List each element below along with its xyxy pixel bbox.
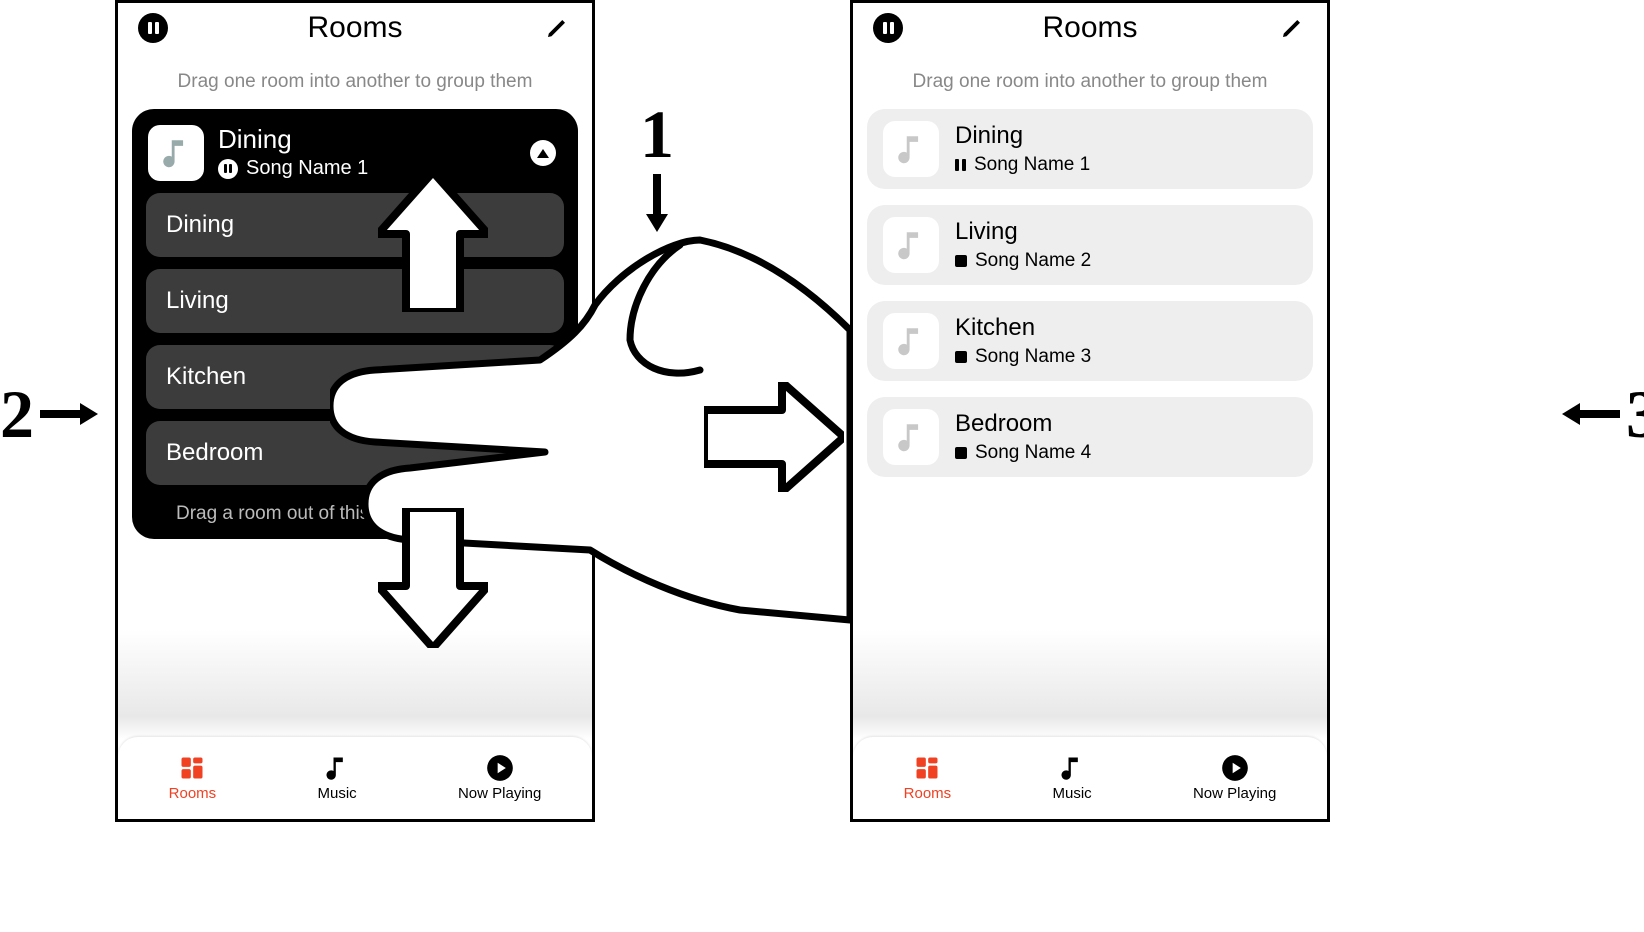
room-song: Song Name 2 <box>975 250 1091 272</box>
play-icon <box>1221 754 1249 782</box>
pause-icon <box>955 159 966 171</box>
album-art <box>883 313 939 369</box>
room-card[interactable]: Dining Song Name 1 <box>867 109 1313 189</box>
pause-icon <box>138 13 168 43</box>
pause-button[interactable] <box>871 11 905 45</box>
tab-label: Now Playing <box>458 785 541 802</box>
group-footer-hint: Drag a room out of this group to ungroup… <box>146 503 564 525</box>
grouped-room-item[interactable]: Living <box>146 269 564 333</box>
room-name: Kitchen <box>955 314 1091 342</box>
music-note-icon <box>159 136 193 170</box>
album-art <box>883 409 939 465</box>
callout-2: 2 <box>0 380 100 448</box>
stop-icon <box>955 255 967 267</box>
tab-rooms[interactable]: Rooms <box>169 754 217 802</box>
room-song: Song Name 1 <box>974 154 1090 176</box>
music-note-icon <box>894 132 928 166</box>
callout-3: 3 <box>1560 380 1644 448</box>
drag-hint: Drag one room into another to group them <box>118 71 592 93</box>
callout-number: 1 <box>640 100 674 168</box>
arrow-right-icon <box>40 401 100 427</box>
music-note-icon <box>894 228 928 262</box>
tab-bar: Rooms Music Now Playing <box>118 737 592 819</box>
music-icon <box>323 754 351 782</box>
album-art <box>883 217 939 273</box>
pencil-icon <box>1280 16 1304 40</box>
group-header: Dining Song Name 1 <box>148 125 562 181</box>
tab-label: Music <box>317 785 356 802</box>
pause-button[interactable] <box>136 11 170 45</box>
room-group-card[interactable]: Dining Song Name 1 Dining Living Kitchen… <box>132 109 578 539</box>
tab-label: Now Playing <box>1193 785 1276 802</box>
pencil-icon <box>545 16 569 40</box>
music-icon <box>1058 754 1086 782</box>
stop-icon <box>955 447 967 459</box>
play-icon <box>486 754 514 782</box>
music-note-icon <box>894 324 928 358</box>
callout-1: 1 <box>640 100 674 234</box>
grouped-room-item[interactable]: Bedroom <box>146 421 564 485</box>
block-arrow-right-icon <box>704 382 844 492</box>
group-now-playing: Song Name 1 <box>218 157 368 180</box>
phone-screen-grouped: Rooms Drag one room into another to grou… <box>115 0 595 822</box>
page-title: Rooms <box>1042 11 1137 45</box>
tab-label: Music <box>1052 785 1091 802</box>
room-name: Bedroom <box>955 410 1091 438</box>
drag-hint: Drag one room into another to group them <box>853 71 1327 93</box>
tab-label: Rooms <box>169 785 217 802</box>
grouped-room-item[interactable]: Kitchen <box>146 345 564 409</box>
tab-bar: Rooms Music Now Playing <box>853 737 1327 819</box>
content: Dining Song Name 1 Dining Living Kitchen… <box>118 99 592 819</box>
room-name: Living <box>955 218 1091 246</box>
grouped-room-item[interactable]: Dining <box>146 193 564 257</box>
speaker-indicator-icon <box>530 140 556 166</box>
tab-now-playing[interactable]: Now Playing <box>1193 754 1276 802</box>
music-note-icon <box>894 420 928 454</box>
tab-rooms[interactable]: Rooms <box>904 754 952 802</box>
rooms-icon <box>913 754 941 782</box>
stop-icon <box>955 351 967 363</box>
tab-label: Rooms <box>904 785 952 802</box>
header: Rooms <box>853 3 1327 53</box>
callout-number: 2 <box>0 380 34 448</box>
group-title: Dining <box>218 126 368 153</box>
room-name: Dining <box>955 122 1090 150</box>
arrow-down-icon <box>644 174 670 234</box>
edit-button[interactable] <box>1275 11 1309 45</box>
tab-music[interactable]: Music <box>317 754 356 802</box>
content: Dining Song Name 1 Living Song Name 2 <box>853 99 1327 819</box>
arrow-left-icon <box>1560 401 1620 427</box>
album-art <box>148 125 204 181</box>
page-title: Rooms <box>307 11 402 45</box>
header: Rooms <box>118 3 592 53</box>
phone-screen-ungrouped: Rooms Drag one room into another to grou… <box>850 0 1330 822</box>
group-song-label: Song Name 1 <box>246 157 368 180</box>
pause-icon <box>873 13 903 43</box>
tab-music[interactable]: Music <box>1052 754 1091 802</box>
room-card[interactable]: Living Song Name 2 <box>867 205 1313 285</box>
room-song: Song Name 3 <box>975 346 1091 368</box>
room-card[interactable]: Kitchen Song Name 3 <box>867 301 1313 381</box>
edit-button[interactable] <box>540 11 574 45</box>
pause-icon <box>218 159 238 179</box>
album-art <box>883 121 939 177</box>
callout-number: 3 <box>1626 380 1644 448</box>
room-card[interactable]: Bedroom Song Name 4 <box>867 397 1313 477</box>
rooms-icon <box>178 754 206 782</box>
room-song: Song Name 4 <box>975 442 1091 464</box>
tab-now-playing[interactable]: Now Playing <box>458 754 541 802</box>
